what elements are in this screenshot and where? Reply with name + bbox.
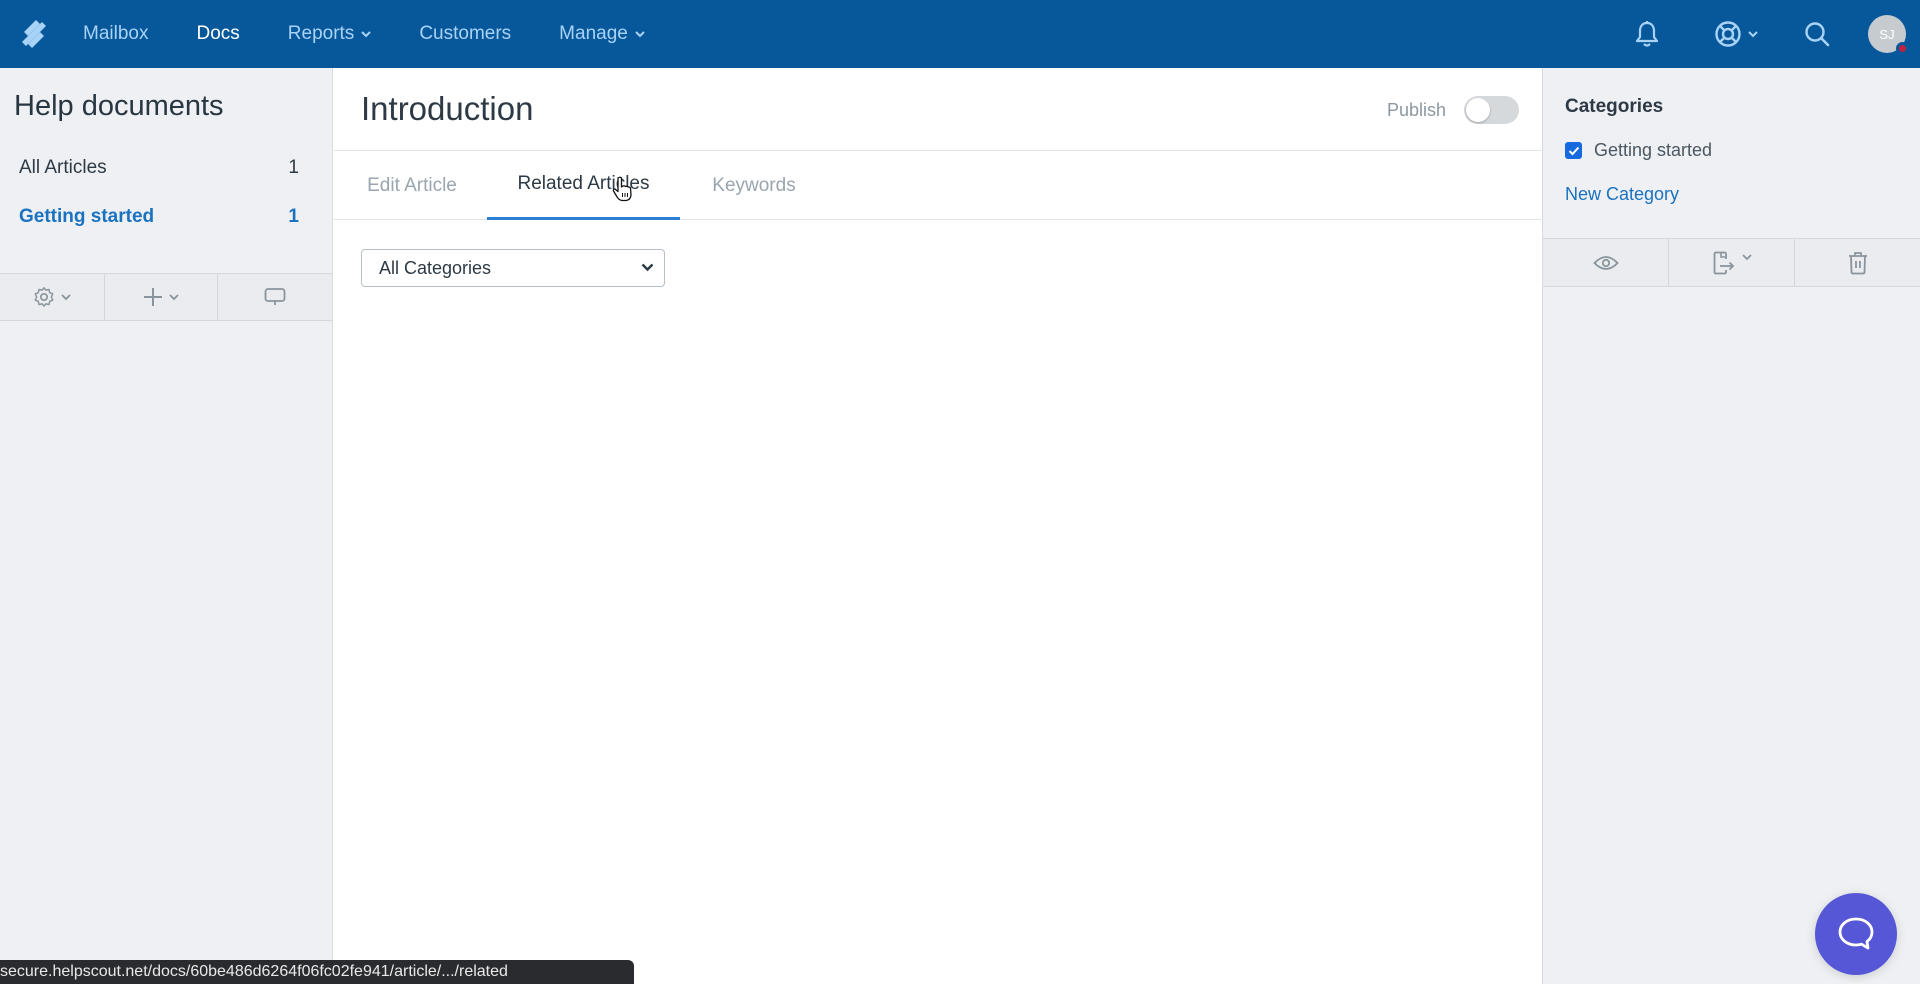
- check-icon: [1568, 146, 1579, 155]
- link-preview-statusbar: secure.helpscout.net/docs/60be486d6264f0…: [0, 960, 634, 984]
- top-navigation-bar: Mailbox Docs Reports Customers Manage SJ: [0, 0, 1920, 68]
- preview-site-button[interactable]: [218, 274, 332, 320]
- tab-label: Edit Article: [367, 174, 457, 196]
- search-button[interactable]: [1804, 21, 1830, 47]
- tab-related-articles[interactable]: Related Articles: [487, 151, 680, 220]
- helpscout-logo-icon[interactable]: [0, 0, 68, 68]
- chevron-down-icon: [361, 30, 372, 37]
- nav-reports[interactable]: Reports: [288, 23, 372, 45]
- chevron-down-icon: [61, 293, 71, 300]
- add-menu-button[interactable]: [105, 274, 218, 320]
- article-actions-toolbar: [1543, 238, 1920, 287]
- toggle-knob: [1466, 98, 1490, 122]
- nav-customers[interactable]: Customers: [419, 23, 511, 45]
- chat-bubble-icon: [1838, 917, 1874, 950]
- publish-label: Publish: [1386, 99, 1446, 120]
- chevron-down-icon: [1748, 30, 1758, 37]
- category-checkbox[interactable]: [1565, 142, 1582, 159]
- left-sidebar: Help documents All Articles 1 Getting st…: [0, 68, 333, 984]
- publish-toggle[interactable]: [1464, 96, 1519, 124]
- plus-icon: [144, 288, 162, 306]
- lifebuoy-icon: [1715, 21, 1741, 47]
- gear-icon: [34, 287, 54, 307]
- notifications-button[interactable]: [1634, 20, 1660, 48]
- chevron-down-icon: [641, 263, 654, 272]
- delete-article-button[interactable]: [1795, 239, 1920, 286]
- article-editor: Introduction Publish Edit Article Relate…: [334, 68, 1541, 984]
- nav-mailbox-label: Mailbox: [83, 23, 149, 44]
- chat-beacon-button[interactable]: [1815, 893, 1897, 975]
- trash-icon: [1849, 251, 1867, 274]
- nav-reports-label: Reports: [287, 23, 355, 44]
- preview-article-button[interactable]: [1543, 239, 1669, 286]
- chevron-down-icon: [169, 293, 179, 300]
- status-indicator: [1896, 42, 1909, 55]
- sidebar-item-getting-started[interactable]: Getting started 1: [19, 206, 299, 228]
- eye-icon: [1592, 255, 1619, 270]
- search-icon: [1805, 22, 1830, 47]
- export-menu-button[interactable]: [1669, 239, 1795, 286]
- category-checkbox-row[interactable]: Getting started: [1565, 140, 1712, 161]
- tab-edit-article[interactable]: Edit Article: [361, 151, 463, 220]
- chevron-down-icon: [1741, 254, 1752, 261]
- category-filter-select[interactable]: All Categories: [361, 249, 665, 287]
- nav-mailbox[interactable]: Mailbox: [83, 23, 148, 45]
- help-menu-button[interactable]: [1714, 20, 1758, 48]
- new-category-link[interactable]: New Category: [1565, 184, 1679, 205]
- monitor-icon: [264, 288, 286, 305]
- sidebar-item-count: 1: [288, 157, 299, 178]
- nav-manage-label: Manage: [559, 23, 628, 44]
- category-label: Getting started: [1594, 140, 1713, 160]
- tab-keywords[interactable]: Keywords: [710, 151, 798, 220]
- nav-right-actions: SJ: [1634, 0, 1920, 68]
- user-avatar[interactable]: SJ: [1868, 15, 1909, 55]
- sidebar-toolbar: [0, 273, 332, 321]
- categories-heading: Categories: [1565, 96, 1664, 117]
- nav-manage[interactable]: Manage: [559, 23, 645, 45]
- tab-label: Keywords: [712, 174, 796, 196]
- sidebar-item-label: Getting started: [19, 206, 155, 227]
- settings-menu-button[interactable]: [0, 274, 105, 320]
- select-value: All Categories: [379, 257, 492, 278]
- avatar-initials: SJ: [1879, 26, 1895, 42]
- sidebar-item-label: All Articles: [19, 157, 107, 178]
- mouse-cursor-icon: [612, 176, 632, 202]
- nav-docs[interactable]: Docs: [196, 23, 239, 45]
- article-tabs: Edit Article Related Articles Keywords: [334, 151, 1541, 220]
- sidebar-title: Help documents: [14, 90, 224, 122]
- sidebar-item-all-articles[interactable]: All Articles 1: [19, 157, 299, 179]
- right-sidebar: Categories Getting started New Category: [1542, 68, 1920, 984]
- bell-icon: [1635, 21, 1659, 47]
- chevron-down-icon: [635, 30, 645, 37]
- export-icon: [1713, 251, 1734, 274]
- nav-docs-label: Docs: [196, 23, 240, 44]
- article-title: Introduction: [361, 90, 534, 127]
- nav-customers-label: Customers: [419, 23, 512, 44]
- publish-control: Publish: [1387, 96, 1519, 124]
- sidebar-item-count: 1: [288, 206, 299, 227]
